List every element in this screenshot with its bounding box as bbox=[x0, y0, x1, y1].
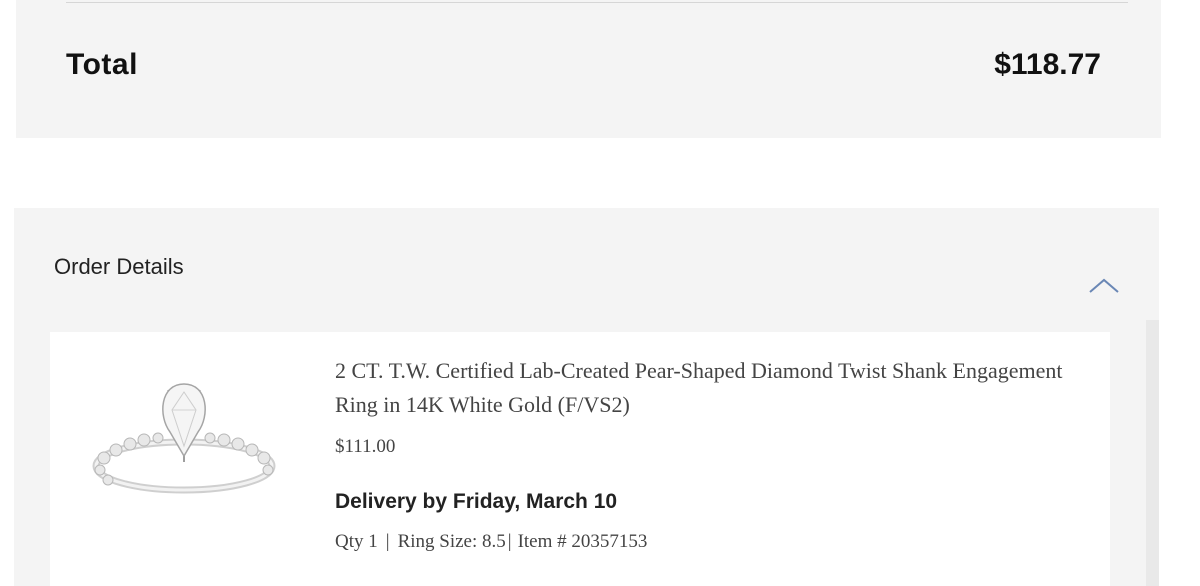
ring-size: Ring Size: 8.5 bbox=[397, 531, 506, 552]
order-item-card: 2 CT. T.W. Certified Lab-Created Pear-Sh… bbox=[50, 332, 1110, 586]
total-label: Total bbox=[66, 48, 138, 81]
order-total-panel: Total $118.77 bbox=[16, 0, 1161, 138]
quantity: Qty 1 bbox=[335, 531, 378, 552]
item-meta: Qty 1 | Ring Size: 8.5 | Item # 20357153 bbox=[335, 531, 647, 553]
checkout-page: Total $118.77 Order Details 2 CT. T.W. C… bbox=[0, 0, 1200, 586]
ring-image bbox=[92, 383, 276, 494]
divider bbox=[66, 2, 1128, 3]
separator: | bbox=[507, 531, 512, 552]
collapse-order-details-button[interactable] bbox=[1086, 270, 1122, 300]
product-title[interactable]: 2 CT. T.W. Certified Lab-Created Pear-Sh… bbox=[335, 354, 1075, 422]
total-value: $118.77 bbox=[994, 48, 1101, 81]
order-details-title: Order Details bbox=[54, 254, 184, 279]
scrollbar-track[interactable] bbox=[1146, 320, 1159, 586]
item-number: Item # 20357153 bbox=[517, 531, 648, 552]
chevron-up-icon bbox=[1089, 278, 1119, 293]
product-price: $111.00 bbox=[335, 436, 396, 457]
delivery-estimate: Delivery by Friday, March 10 bbox=[335, 490, 618, 513]
separator: | bbox=[385, 531, 390, 552]
order-details-panel: Order Details 2 CT. T.W. Certified Lab-C… bbox=[14, 208, 1159, 586]
